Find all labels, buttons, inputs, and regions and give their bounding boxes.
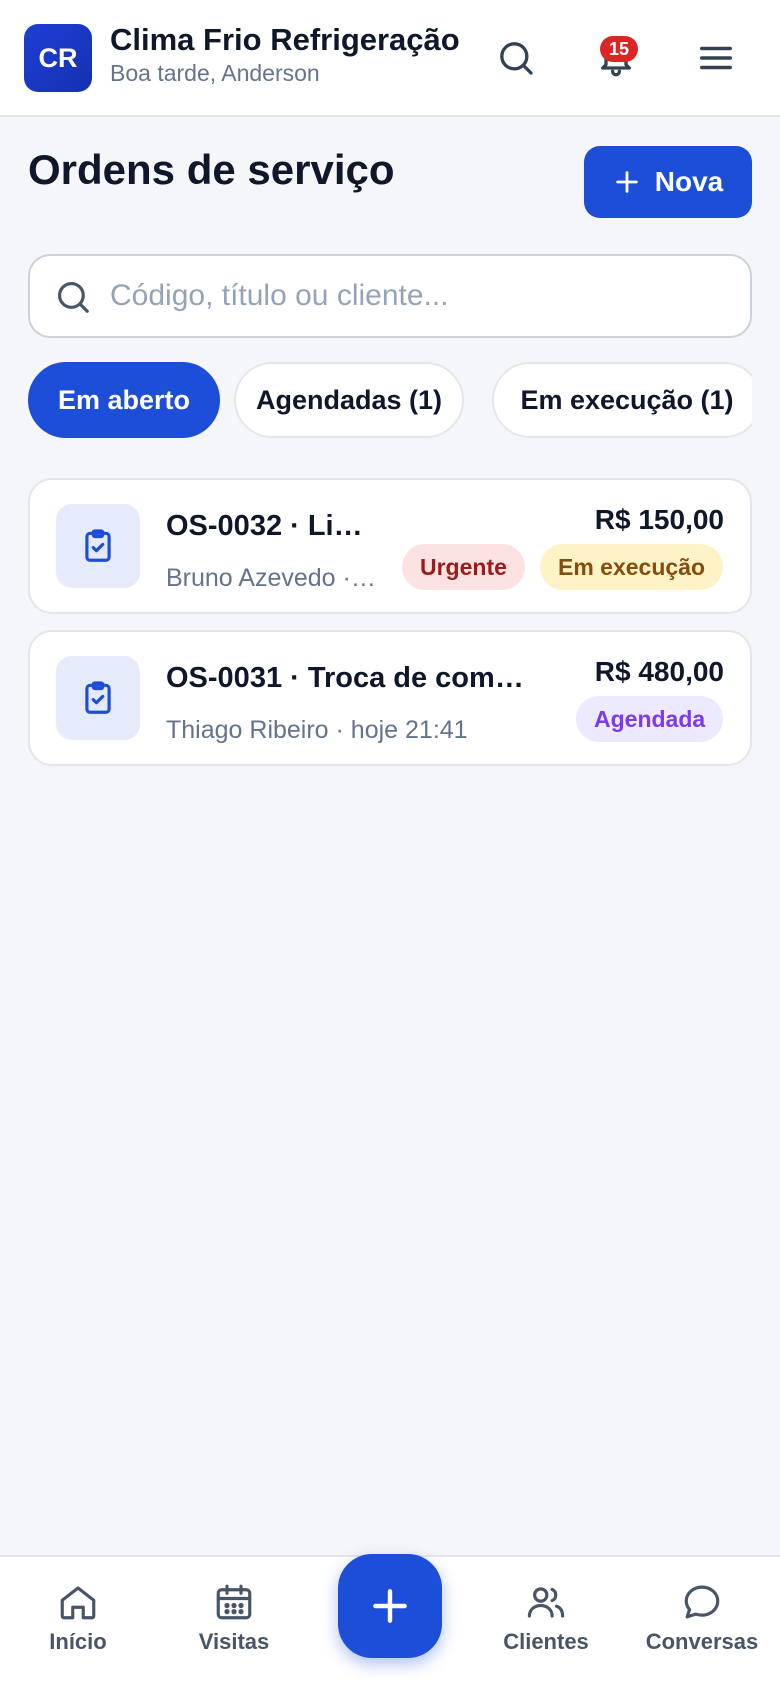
order-card[interactable]: OS-0032 · Limpeza de split Bruno Azevedo… — [28, 478, 752, 614]
filter-chip-in-progress[interactable]: Em execução (1) — [492, 362, 752, 438]
notification-badge: 15 — [600, 36, 638, 62]
hamburger-menu-icon — [700, 46, 732, 70]
company-name: Clima Frio Refrigeração — [110, 22, 460, 57]
clipboard-check-icon — [85, 529, 111, 562]
clipboard-check-icon — [85, 681, 111, 714]
status-badge: Agendada — [576, 696, 724, 742]
nav-label-clients: Clientes — [503, 1629, 589, 1654]
order-icon-box — [56, 656, 140, 740]
search-icon — [500, 42, 533, 75]
new-order-button[interactable]: Nova — [584, 146, 752, 218]
nav-label-visits: Visitas — [198, 1629, 270, 1654]
search-button[interactable] — [492, 34, 540, 82]
status-badge: Em execução — [540, 544, 724, 590]
filter-chip-scheduled[interactable]: Agendadas (1) — [234, 362, 464, 438]
greeting-text: Boa tarde, Anderson — [110, 60, 320, 86]
plus-icon — [373, 1589, 407, 1623]
filter-chip-open[interactable]: Em aberto — [28, 362, 220, 438]
order-price: R$ 150,00 — [594, 504, 724, 535]
search-icon — [57, 281, 89, 313]
calendar-icon — [216, 1584, 252, 1620]
app-header: CR Clima Frio Refrigeração Boa tarde, An… — [0, 0, 780, 117]
nav-label-conversations: Conversas — [645, 1629, 759, 1654]
nav-item-home[interactable]: Início — [0, 1581, 156, 1655]
filter-chips: Em aberto Agendadas (1) Em execução (1) — [28, 362, 752, 440]
orders-screen: CR Clima Frio Refrigeração Boa tarde, An… — [0, 0, 780, 1688]
home-icon — [60, 1586, 96, 1620]
order-card[interactable]: OS-0031 · Troca de compressor Thiago Rib… — [28, 630, 752, 766]
order-price: R$ 480,00 — [594, 656, 724, 687]
page-title: Ordens de serviço — [28, 146, 395, 193]
nav-label-home: Início — [49, 1629, 107, 1654]
quick-add-button[interactable] — [338, 1554, 442, 1658]
search-input[interactable] — [110, 256, 730, 336]
order-title: OS-0031 · Troca de compressor — [166, 662, 541, 694]
chat-bubble-icon — [684, 1585, 720, 1619]
nav-item-visits[interactable]: Visitas — [156, 1581, 312, 1655]
order-title: OS-0032 · Limpeza de split — [166, 510, 376, 542]
new-order-label: Nova — [654, 166, 724, 197]
nav-item-clients[interactable]: Clientes — [468, 1581, 624, 1655]
menu-button[interactable] — [692, 34, 740, 82]
search-box — [28, 254, 752, 338]
plus-icon — [616, 171, 638, 193]
order-icon-box — [56, 504, 140, 588]
company-avatar[interactable]: CR — [24, 24, 92, 92]
users-icon — [527, 1587, 565, 1618]
order-subtitle: Thiago Ribeiro · hoje 21:41 — [166, 716, 468, 744]
order-subtitle: Bruno Azevedo · hoje 22:10 — [166, 564, 376, 592]
nav-item-conversations[interactable]: Conversas — [624, 1581, 780, 1655]
priority-badge: Urgente — [402, 544, 525, 590]
